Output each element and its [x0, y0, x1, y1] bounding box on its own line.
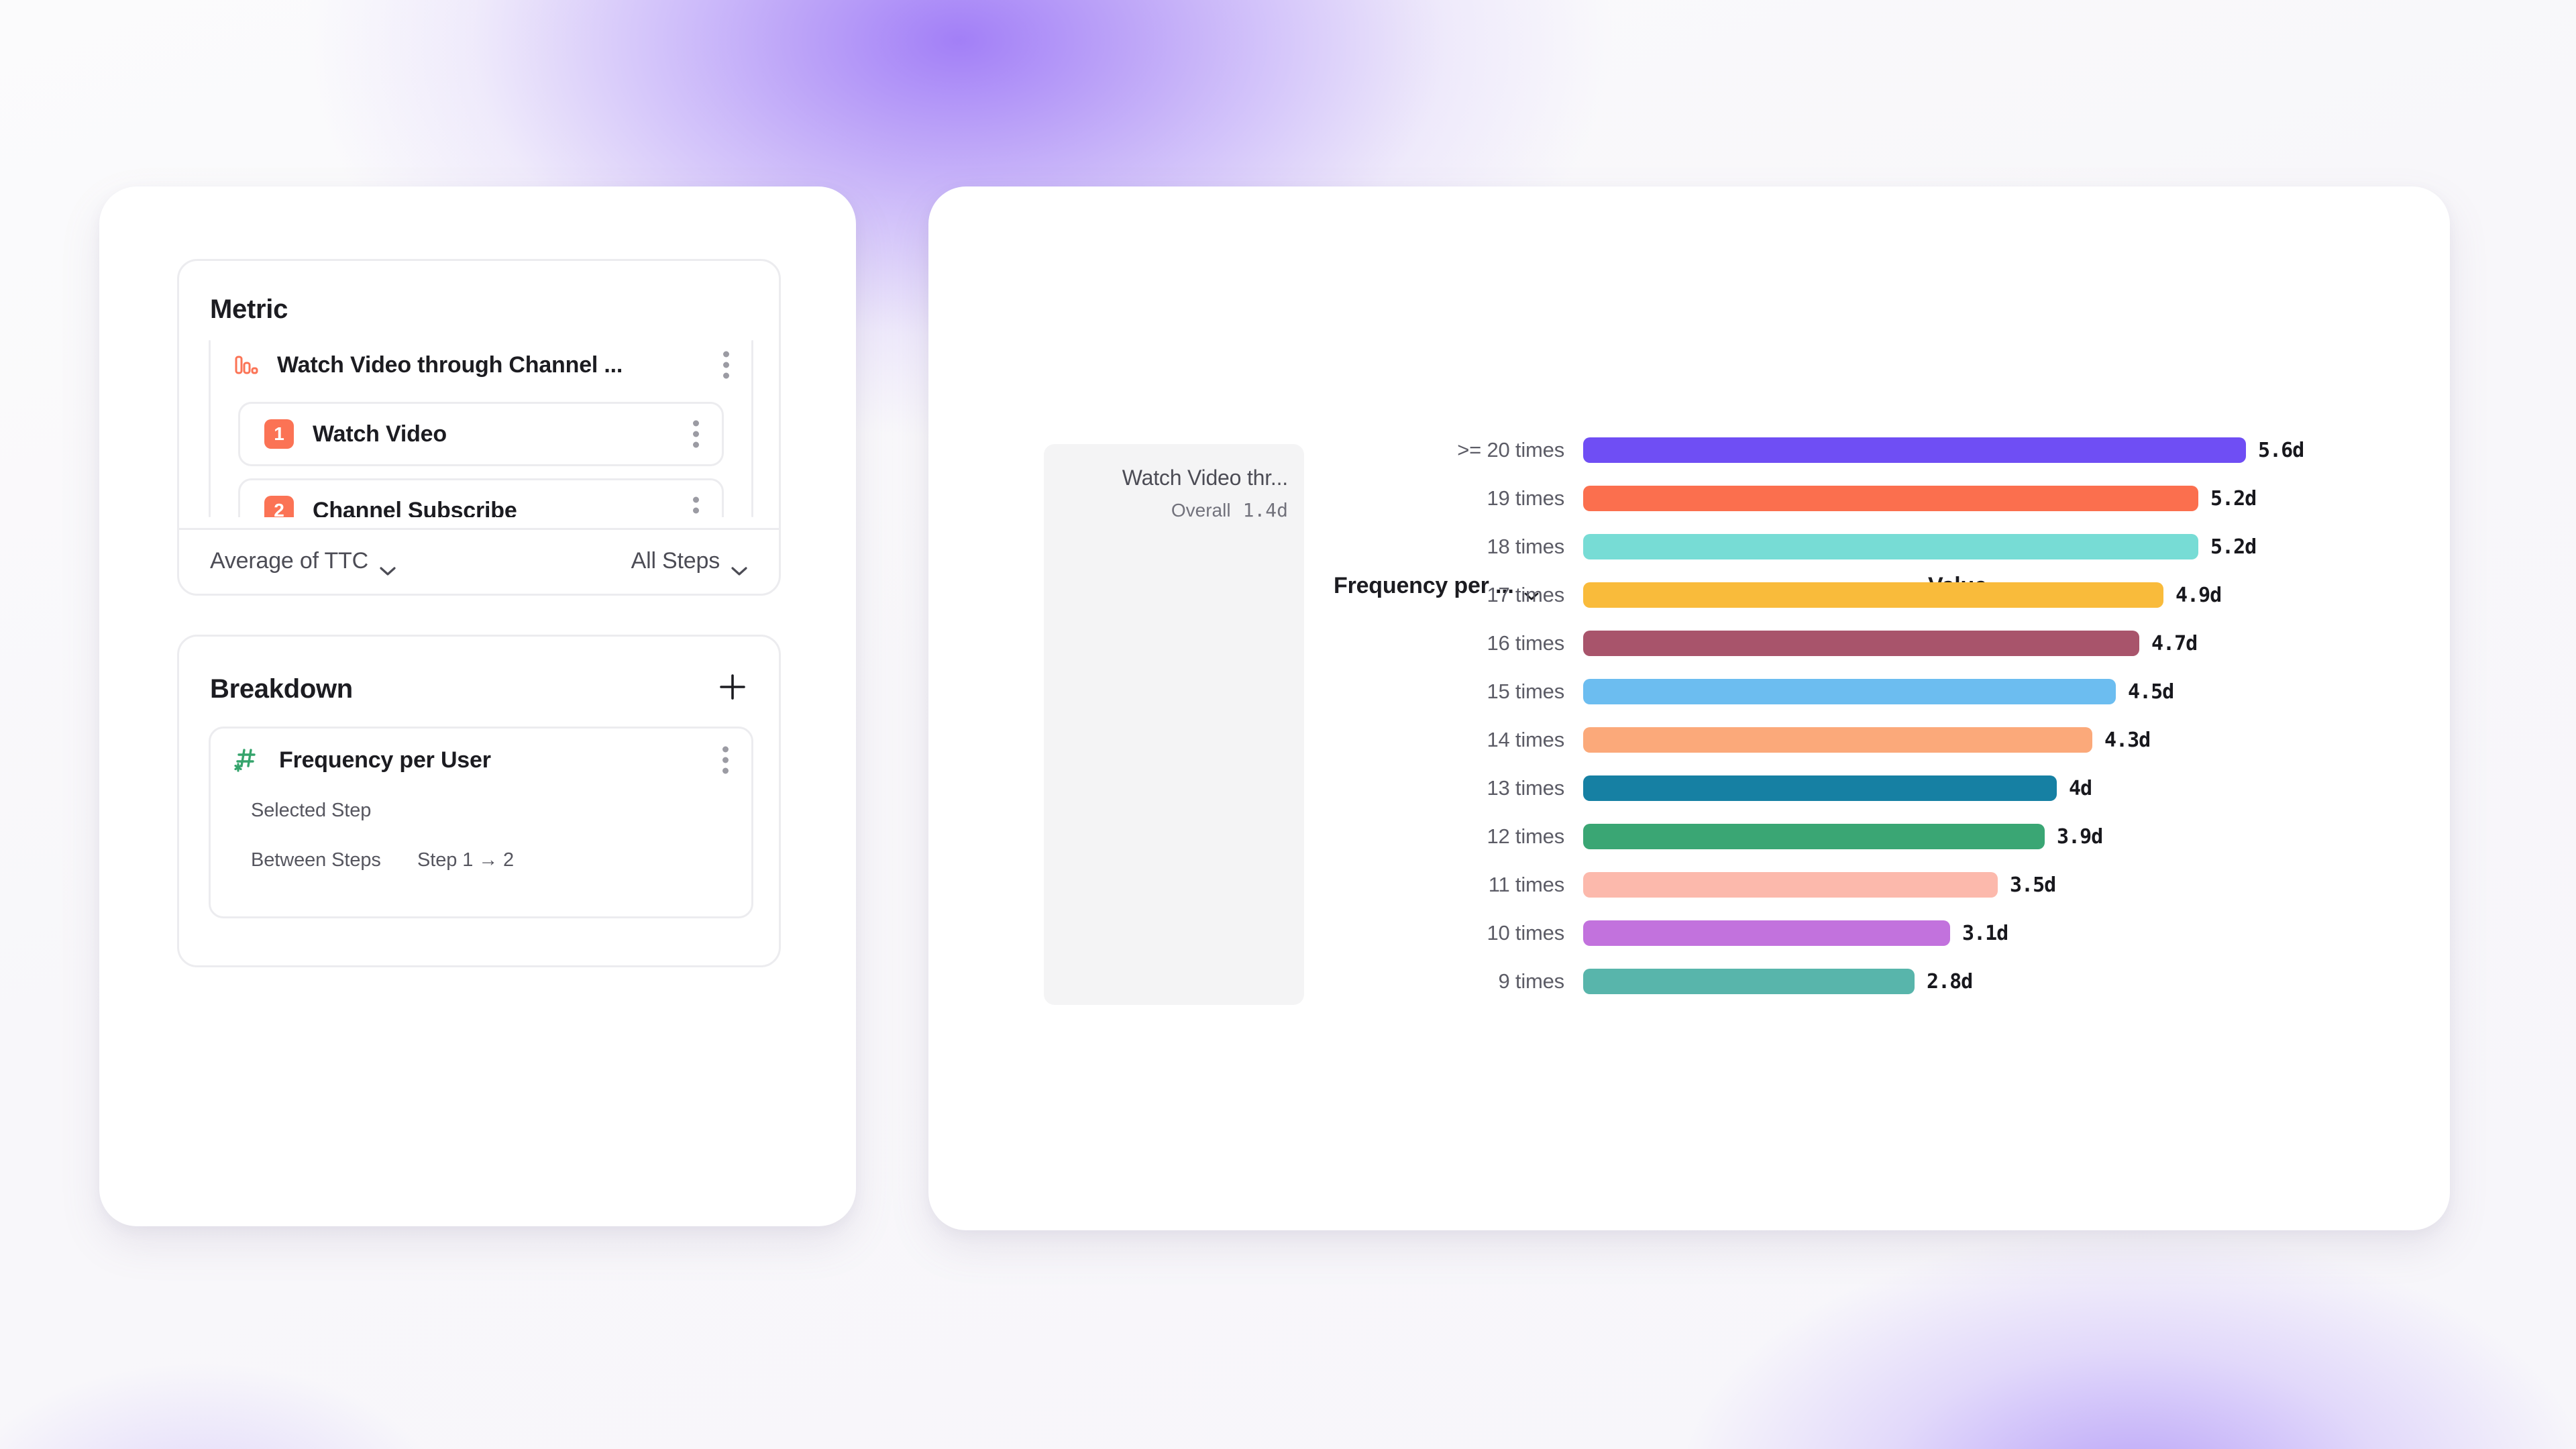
horizontal-bar-chart: >= 20 times 5.6d 19 times 5.2d 18 times 5.2d 1…: [1304, 435, 2411, 1012]
bar[interactable]: [1583, 775, 2057, 801]
chart-bar-row[interactable]: >= 20 times 5.6d: [1304, 435, 2411, 466]
bar-value-label: 4.9d: [2176, 583, 2222, 607]
chart-bar-row[interactable]: 17 times 4.9d: [1304, 580, 2411, 610]
step-range-value: Step 1 → 2: [417, 849, 515, 871]
breakdown-item-name: Frequency per User: [279, 747, 491, 773]
step-number-badge: 1: [264, 419, 294, 449]
metric-card: Metric Watch Video through Channel ... 1…: [177, 259, 781, 596]
bar-value-label: 4d: [2069, 776, 2092, 800]
bar[interactable]: [1583, 920, 1950, 946]
chevron-down-icon: [731, 556, 748, 576]
bar-value-label: 5.2d: [2210, 486, 2257, 511]
bar-category-label: 18 times: [1487, 535, 1564, 558]
bar-value-label: 4.3d: [2104, 728, 2151, 752]
chart-bar-row[interactable]: 19 times 5.2d: [1304, 483, 2411, 514]
bar-category-label: 19 times: [1487, 486, 1564, 510]
breakdown-item[interactable]: Frequency per User Selected Step Between…: [209, 727, 753, 918]
bar[interactable]: [1583, 969, 1915, 994]
bar[interactable]: [1583, 727, 2092, 753]
chart-bar-row[interactable]: 10 times 3.1d: [1304, 918, 2411, 949]
chevron-down-icon: [379, 556, 396, 576]
breakdown-card: Breakdown Frequency per User Selected St…: [177, 635, 781, 967]
bar-value-label: 5.6d: [2258, 438, 2304, 462]
bar-category-label: 9 times: [1498, 969, 1564, 993]
metric-configuration-panel: Metric Watch Video through Channel ... 1…: [99, 186, 856, 1226]
bar-value-label: 2.8d: [1927, 969, 1973, 994]
bar-value-label: 5.2d: [2210, 535, 2257, 559]
steps-scope-dropdown-label: All Steps: [631, 548, 720, 574]
bar-value-label: 3.9d: [2057, 824, 2103, 849]
selected-step-label: Selected Step: [251, 800, 372, 821]
step-label: Channel Subscribe: [313, 497, 517, 518]
breakdown-section-title: Breakdown: [210, 674, 353, 704]
funnel-overall-label: Overall: [1171, 500, 1231, 521]
bar-category-label: 17 times: [1487, 583, 1564, 606]
chart-bar-row[interactable]: 11 times 3.5d: [1304, 869, 2411, 900]
funnel-overall-value: 1.4d: [1242, 499, 1288, 521]
kebab-menu-icon[interactable]: [722, 351, 729, 379]
bar-category-label: 13 times: [1487, 776, 1564, 800]
funnel-summary-box[interactable]: Watch Video thr... Overall 1.4d: [1044, 444, 1304, 1005]
metric-rows-container: Watch Video through Channel ... 1 Watch …: [209, 340, 753, 517]
bar[interactable]: [1583, 534, 2198, 559]
metric-section-title: Metric: [210, 294, 288, 324]
bar[interactable]: [1583, 631, 2139, 656]
steps-scope-dropdown[interactable]: All Steps: [631, 548, 748, 576]
chart-bar-row[interactable]: 9 times 2.8d: [1304, 966, 2411, 997]
metric-definition-row[interactable]: Watch Video through Channel ...: [209, 340, 753, 390]
bar-category-label: 10 times: [1487, 921, 1564, 945]
chart-bar-row[interactable]: 18 times 5.2d: [1304, 531, 2411, 562]
bar-value-label: 4.5d: [2128, 680, 2174, 704]
bar-category-label: 16 times: [1487, 631, 1564, 655]
aggregation-dropdown-label: Average of TTC: [210, 548, 368, 574]
chart-panel: Funnel Frequency per ... Value Watch Vid…: [928, 186, 2450, 1230]
breakdown-item-header: Frequency per User: [211, 729, 751, 792]
divider: [179, 528, 779, 530]
bar-chart-icon: [233, 352, 260, 378]
chart-bar-row[interactable]: 14 times 4.3d: [1304, 724, 2411, 755]
bar-value-label: 3.5d: [2010, 873, 2056, 897]
metric-step-row[interactable]: 2 Channel Subscribe: [238, 478, 724, 517]
chart-bar-row[interactable]: 15 times 4.5d: [1304, 676, 2411, 707]
bar[interactable]: [1583, 486, 2198, 511]
metric-name: Watch Video through Channel ...: [277, 352, 623, 378]
step-number-badge: 2: [264, 496, 294, 517]
chart-bar-row[interactable]: 13 times 4d: [1304, 773, 2411, 804]
bar-category-label: 12 times: [1487, 824, 1564, 848]
bar-category-label: >= 20 times: [1457, 438, 1564, 462]
kebab-menu-icon[interactable]: [692, 420, 699, 448]
between-steps-label: Between Steps: [251, 849, 381, 871]
kebab-menu-icon[interactable]: [722, 746, 729, 774]
step-label: Watch Video: [313, 421, 447, 447]
kebab-menu-icon[interactable]: [692, 496, 699, 518]
bar-category-label: 15 times: [1487, 680, 1564, 703]
bar-value-label: 4.7d: [2151, 631, 2198, 655]
bar-category-label: 11 times: [1488, 873, 1564, 896]
aggregation-dropdown[interactable]: Average of TTC: [210, 548, 396, 576]
hash-asterisk-icon: [232, 746, 260, 774]
metric-step-row[interactable]: 1 Watch Video: [238, 402, 724, 466]
bar-category-label: 14 times: [1487, 728, 1564, 751]
bar[interactable]: [1583, 582, 2163, 608]
funnel-name: Watch Video thr...: [1122, 466, 1288, 490]
chart-bar-row[interactable]: 12 times 3.9d: [1304, 821, 2411, 852]
bar[interactable]: [1583, 679, 2116, 704]
chart-bar-row[interactable]: 16 times 4.7d: [1304, 628, 2411, 659]
plus-icon[interactable]: [717, 672, 748, 702]
bar-value-label: 3.1d: [1962, 921, 2008, 945]
bar[interactable]: [1583, 437, 2246, 463]
bar[interactable]: [1583, 824, 2045, 849]
bar[interactable]: [1583, 872, 1998, 898]
funnel-overall: Overall 1.4d: [1171, 499, 1288, 521]
